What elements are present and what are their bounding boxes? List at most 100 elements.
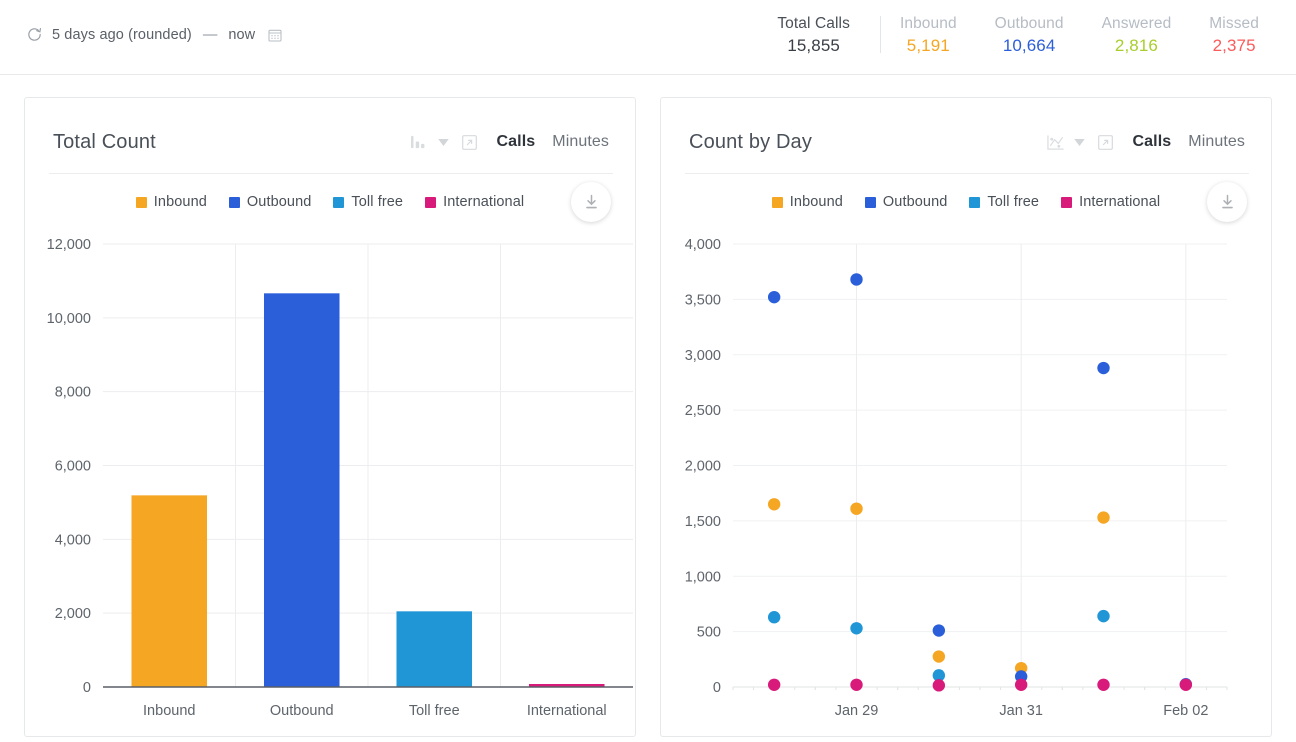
legend-item-international[interactable]: International — [425, 194, 524, 210]
legend-label: Inbound — [154, 194, 207, 210]
legend-swatch — [772, 197, 783, 208]
unit-tabs: Calls Minutes — [497, 133, 609, 151]
data-point — [1180, 679, 1192, 691]
legend-label: Toll free — [987, 194, 1039, 210]
x-axis-tick-label: Jan 31 — [999, 703, 1043, 719]
chart-legend: Inbound Outbound Toll free International — [772, 194, 1160, 210]
stat-value: 2,816 — [1102, 35, 1172, 57]
date-range-start[interactable]: 5 days ago (rounded) — [52, 27, 192, 43]
bar-chart-icon[interactable] — [410, 134, 429, 151]
download-button[interactable] — [1207, 182, 1247, 222]
date-range-end[interactable]: now — [228, 27, 255, 43]
summary-stats: Total Calls 15,855 Inbound 5,191 Outboun… — [758, 0, 1296, 57]
stat-label: Outbound — [995, 14, 1064, 34]
y-axis-tick-label: 3,500 — [685, 292, 721, 308]
date-range-selector[interactable]: 5 days ago (rounded) — now — [0, 0, 283, 43]
tab-calls[interactable]: Calls — [1133, 133, 1172, 151]
legend-swatch — [333, 197, 344, 208]
y-axis-tick-label: 10,000 — [47, 311, 91, 327]
legend-row: Inbound Outbound Toll free International — [661, 174, 1271, 230]
y-axis-tick-label: 8,000 — [55, 385, 91, 401]
x-axis-tick-label: Outbound — [270, 703, 334, 719]
chevron-down-icon[interactable] — [1074, 139, 1085, 146]
chevron-down-icon[interactable] — [438, 139, 449, 146]
card-count-by-day: Count by Day — [660, 97, 1272, 737]
card-tools — [1046, 134, 1114, 151]
legend-item-inbound[interactable]: Inbound — [772, 194, 843, 210]
data-point — [768, 291, 780, 303]
bar — [264, 293, 340, 687]
stat-total-calls: Total Calls 15,855 — [758, 14, 880, 57]
data-point — [1097, 610, 1109, 622]
data-point — [850, 679, 862, 691]
y-axis-tick-label: 0 — [83, 680, 91, 696]
charts-container: Total Count — [0, 75, 1296, 737]
legend-swatch — [229, 197, 240, 208]
bar — [396, 611, 472, 687]
bar-chart-svg: 02,0004,0006,0008,00010,00012,000Inbound… — [25, 230, 636, 735]
data-point — [1097, 679, 1109, 691]
legend-swatch — [865, 197, 876, 208]
stat-label: Inbound — [900, 14, 957, 34]
data-point — [933, 679, 945, 691]
x-axis-tick-label: International — [527, 703, 607, 719]
y-axis-tick-label: 4,000 — [685, 237, 721, 253]
data-point — [1097, 511, 1109, 523]
stat-answered: Answered 2,816 — [1083, 14, 1191, 57]
legend-label: Inbound — [790, 194, 843, 210]
legend-item-outbound[interactable]: Outbound — [229, 194, 312, 210]
scatter-chart-icon[interactable] — [1046, 134, 1065, 151]
download-button[interactable] — [571, 182, 611, 222]
stat-value: 2,375 — [1209, 35, 1259, 57]
y-axis-tick-label: 500 — [697, 625, 721, 641]
bar — [131, 495, 207, 687]
tab-minutes[interactable]: Minutes — [552, 133, 609, 151]
y-axis-tick-label: 6,000 — [55, 459, 91, 475]
y-axis-tick-label: 2,000 — [685, 459, 721, 475]
card-total-count: Total Count — [24, 97, 636, 737]
x-axis-tick-label: Toll free — [409, 703, 460, 719]
y-axis-tick-label: 12,000 — [47, 237, 91, 253]
stat-value: 10,664 — [995, 35, 1064, 57]
stat-outbound: Outbound 10,664 — [976, 14, 1083, 57]
stat-label: Missed — [1209, 14, 1259, 34]
data-point — [768, 498, 780, 510]
legend-item-toll-free[interactable]: Toll free — [333, 194, 403, 210]
data-point — [768, 679, 780, 691]
refresh-icon[interactable] — [26, 26, 43, 43]
y-axis-tick-label: 3,000 — [685, 348, 721, 364]
top-bar: 5 days ago (rounded) — now Total Calls 1… — [0, 0, 1296, 75]
data-point — [850, 622, 862, 634]
unit-tabs: Calls Minutes — [1133, 133, 1245, 151]
scatter-chart-plot: 05001,0001,5002,0002,5003,0003,5004,000J… — [661, 230, 1271, 735]
card-header: Count by Day — [661, 98, 1271, 164]
y-axis-tick-label: 2,500 — [685, 403, 721, 419]
legend-item-outbound[interactable]: Outbound — [865, 194, 948, 210]
stat-label: Answered — [1102, 14, 1172, 34]
legend-row: Inbound Outbound Toll free International — [25, 174, 635, 230]
y-axis-tick-label: 1,000 — [685, 569, 721, 585]
expand-icon[interactable] — [1094, 134, 1114, 151]
bar-chart-plot: 02,0004,0006,0008,00010,00012,000Inbound… — [25, 230, 635, 735]
legend-swatch — [425, 197, 436, 208]
calendar-icon[interactable] — [264, 27, 283, 43]
card-tools — [410, 134, 478, 151]
stat-inbound: Inbound 5,191 — [881, 14, 976, 57]
y-axis-tick-label: 0 — [713, 680, 721, 696]
scatter-chart-svg: 05001,0001,5002,0002,5003,0003,5004,000J… — [661, 230, 1241, 735]
expand-icon[interactable] — [458, 134, 478, 151]
data-point — [933, 650, 945, 662]
data-point — [1015, 679, 1027, 691]
x-axis-tick-label: Jan 29 — [835, 703, 879, 719]
legend-item-toll-free[interactable]: Toll free — [969, 194, 1039, 210]
x-axis-tick-label: Feb 02 — [1163, 703, 1208, 719]
tab-minutes[interactable]: Minutes — [1188, 133, 1245, 151]
tab-calls[interactable]: Calls — [497, 133, 536, 151]
legend-item-international[interactable]: International — [1061, 194, 1160, 210]
data-point — [850, 273, 862, 285]
legend-item-inbound[interactable]: Inbound — [136, 194, 207, 210]
legend-swatch — [969, 197, 980, 208]
card-title: Count by Day — [689, 131, 1046, 154]
stat-value: 15,855 — [777, 35, 850, 57]
legend-label: Outbound — [247, 194, 312, 210]
